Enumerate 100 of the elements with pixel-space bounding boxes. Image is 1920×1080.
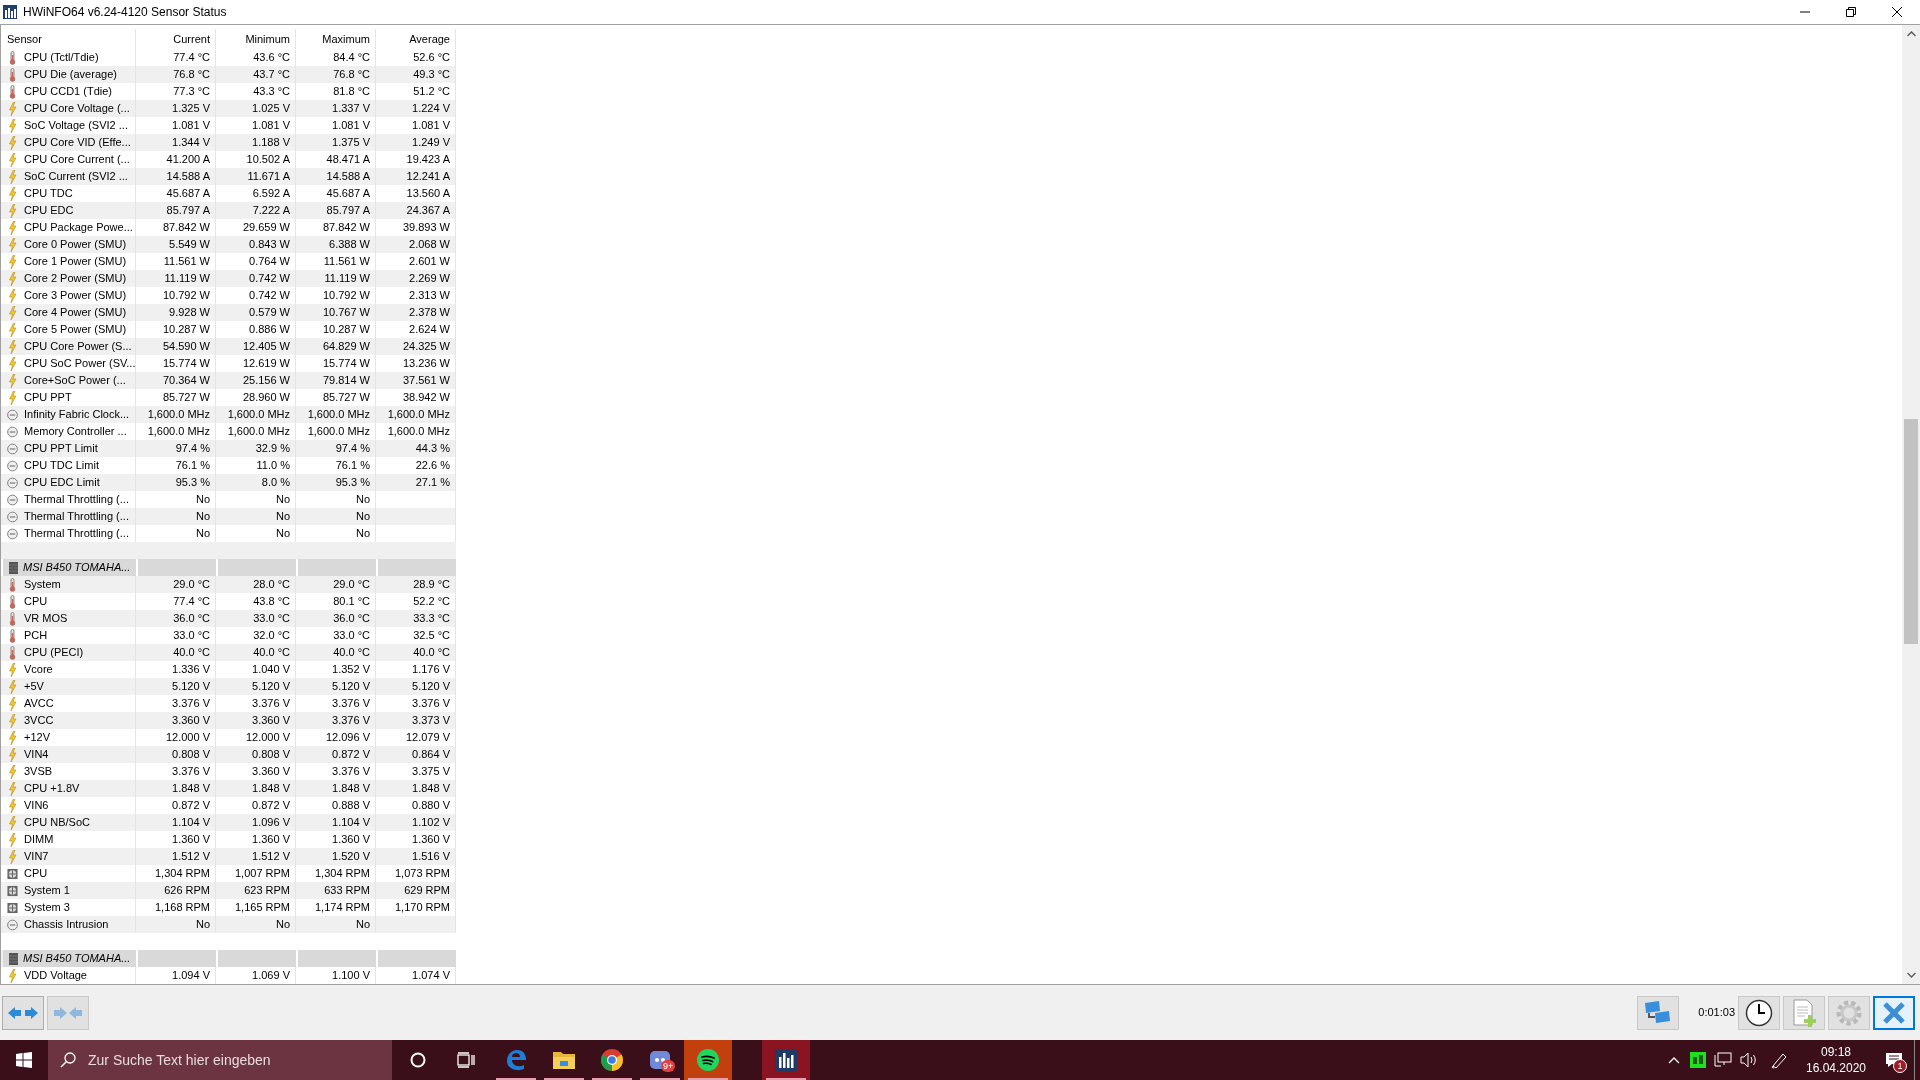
value-cell-text: 629 RPM [404, 883, 450, 899]
table-row[interactable]: VIN4 0.808 V 0.808 V 0.872 V 0.864 V [1, 746, 456, 763]
value-cell-text: 3.360 V [252, 764, 290, 780]
sensor-name: VIN6 [24, 798, 49, 814]
table-row[interactable]: CPU Core VID (Effe... 1.344 V 1.188 V 1.375 V 1.249 V [1, 134, 456, 151]
table-row[interactable]: System 1 626 RPM 623 RPM 633 RPM 629 RPM [1, 882, 456, 899]
table-row[interactable]: Core 2 Power (SMU) 11.119 W 0.742 W 11.119 W 2.269 W [1, 270, 456, 287]
thermometer-icon [7, 50, 18, 65]
lightning-icon [7, 152, 18, 167]
value-cell-text: 41.200 A [166, 152, 210, 168]
table-row[interactable]: SoC Current (SVI2 ... 14.588 A 11.671 A 14.588 A 12.241 A [1, 168, 456, 185]
scroll-down-icon[interactable] [1906, 972, 1916, 978]
column-header[interactable]: Average [409, 30, 450, 48]
sensor-name: AVCC [24, 696, 54, 712]
value-cell-text: 12.000 V [245, 730, 290, 746]
column-header[interactable]: Maximum [322, 30, 370, 48]
table-row[interactable]: CPU Die (average) 76.8 °C 43.7 °C 76.8 °C 49.3 °C [1, 66, 456, 83]
value-cell-text: 1.081 V [332, 118, 370, 134]
table-row[interactable]: System 29.0 °C 28.0 °C 29.0 °C 28.9 °C [1, 576, 456, 593]
network-button[interactable] [1637, 995, 1680, 1030]
network-icon[interactable] [1714, 1052, 1732, 1068]
search-field[interactable]: Zur Suche Text hier eingeben [48, 1040, 392, 1080]
table-row[interactable]: CPU +1.8V 1.848 V 1.848 V 1.848 V 1.848 V [1, 780, 456, 797]
table-row[interactable]: CPU Core Voltage (... 1.325 V 1.025 V 1.337 V 1.224 V [1, 100, 456, 117]
value-cell-text: 0.764 W [249, 254, 290, 270]
volume-icon[interactable] [1740, 1052, 1758, 1068]
value-cell-text: 28.9 °C [413, 577, 450, 593]
sensor-name: CPU [24, 594, 48, 610]
table-row[interactable]: CPU (PECI) 40.0 °C 40.0 °C 40.0 °C 40.0 °C [1, 644, 456, 661]
value-cell-text: 5.120 V [252, 679, 290, 695]
keyboard-indicator-icon[interactable] [1690, 1052, 1706, 1068]
column-header[interactable]: Current [173, 30, 210, 48]
value-cell-text: 1.188 V [252, 135, 290, 151]
value-cell-text: No [355, 917, 370, 933]
table-row[interactable]: Core 0 Power (SMU) 5.549 W 0.843 W 6.388 W 2.068 W [1, 236, 456, 253]
sensor-name: CPU (PECI) [24, 645, 84, 661]
table-row[interactable]: CPU NB/SoC 1.104 V 1.096 V 1.104 V 1.102 V [1, 814, 456, 831]
sensor-name: Core 3 Power (SMU) [24, 288, 127, 304]
value-cell-text: 1.336 V [172, 662, 210, 678]
sensor-name: CPU SoC Power (SV... [24, 356, 136, 372]
gauge-icon [7, 475, 18, 490]
timer-button[interactable] [1738, 995, 1780, 1030]
table-row[interactable]: CPU EDC 85.797 A 7.222 A 85.797 A 24.367 A [1, 202, 456, 219]
sensor-name: CPU EDC [24, 203, 74, 219]
value-cell-text: No [355, 526, 370, 542]
lightning-icon [7, 679, 18, 694]
value-cell-text: 38.942 W [402, 390, 450, 406]
group-header-row[interactable]: MSI B450 TOMAHA... [1, 950, 456, 967]
table-row[interactable]: +5V 5.120 V 5.120 V 5.120 V 5.120 V [1, 678, 456, 695]
value-cell-text: 40.0 °C [253, 645, 290, 661]
notification-button[interactable]: 1 [1874, 1040, 1914, 1080]
value-cell-text: 3.376 V [412, 696, 450, 712]
value-cell-text: No [195, 492, 210, 508]
taskbar-app-button[interactable]: 9+ [636, 1040, 684, 1080]
value-cell-text: 6.592 A [252, 186, 290, 202]
value-cell-text: 70.364 W [162, 373, 210, 389]
table-row[interactable]: Infinity Fabric Clock... 1,600.0 MHz 1,600.0 MHz 1,600.0 MHz 1,600.0 MHz [1, 406, 456, 423]
pen-icon[interactable] [1770, 1051, 1788, 1069]
value-cell-text: 1.096 V [252, 815, 290, 831]
lightning-icon [7, 305, 18, 320]
table-row[interactable]: CPU EDC Limit 95.3 % 8.0 % 95.3 % 27.1 % [1, 474, 456, 491]
value-cell-text: No [275, 917, 290, 933]
table-row[interactable]: VIN7 1.512 V 1.512 V 1.520 V 1.516 V [1, 848, 456, 865]
table-row[interactable]: Thermal Throttling (... No No No [1, 508, 456, 525]
value-cell-text: 1.375 V [332, 135, 370, 151]
close-sensors-button[interactable] [1873, 995, 1915, 1030]
value-cell-text: 626 RPM [164, 883, 210, 899]
table-row[interactable]: CPU PPT Limit 97.4 % 32.9 % 97.4 % 44.3 % [1, 440, 456, 457]
sensor-name: PCH [24, 628, 48, 644]
value-cell-text: 6.388 W [329, 237, 370, 253]
lightning-icon [7, 254, 18, 269]
table-row[interactable]: VR MOS 36.0 °C 33.0 °C 36.0 °C 33.3 °C [1, 610, 456, 627]
taskbar-app-button[interactable] [684, 1040, 732, 1080]
column-header[interactable]: Sensor [7, 30, 42, 48]
table-row[interactable]: Core 4 Power (SMU) 9.928 W 0.579 W 10.767 W 2.378 W [1, 304, 456, 321]
restore-icon [1846, 7, 1856, 17]
sensor-name: VR MOS [24, 611, 68, 627]
table-row[interactable]: CPU Core Power (S... 54.590 W 12.405 W 64.829 W 24.325 W [1, 338, 456, 355]
scroll-up-icon[interactable] [1906, 31, 1916, 37]
table-row[interactable]: 3VCC 3.360 V 3.360 V 3.376 V 3.373 V [1, 712, 456, 729]
lightning-icon [7, 339, 18, 354]
sensor-name: 3VCC [24, 713, 54, 729]
caret-up-icon[interactable] [1668, 1056, 1680, 1064]
value-cell-text: 10.287 W [322, 322, 370, 338]
table-row[interactable]: Chassis Intrusion No No No [1, 916, 456, 933]
chrome-icon [600, 1048, 624, 1072]
sensor-name: DIMM [24, 832, 54, 848]
column-header[interactable]: Minimum [245, 30, 290, 48]
sensor-name: Chassis Intrusion [24, 917, 109, 933]
value-cell-text: 51.2 °C [413, 84, 450, 100]
value-cell-text: 87.842 W [322, 220, 370, 236]
clock[interactable]: 09:18 16.04.2020 [1798, 1040, 1874, 1080]
expand-button[interactable] [2, 995, 44, 1030]
value-cell-text: 1,600.0 MHz [227, 407, 290, 423]
value-cell-text: 95.3 % [175, 475, 210, 491]
value-cell-text: 29.0 °C [173, 577, 210, 593]
group-header-row[interactable]: MSI B450 TOMAHA... [1, 559, 456, 576]
table-row[interactable]: Core+SoC Power (... 70.364 W 25.156 W 79.814 W 37.561 W [1, 372, 456, 389]
taskbar-app-button[interactable] [762, 1040, 810, 1080]
scroll-thumb[interactable] [1904, 419, 1918, 644]
